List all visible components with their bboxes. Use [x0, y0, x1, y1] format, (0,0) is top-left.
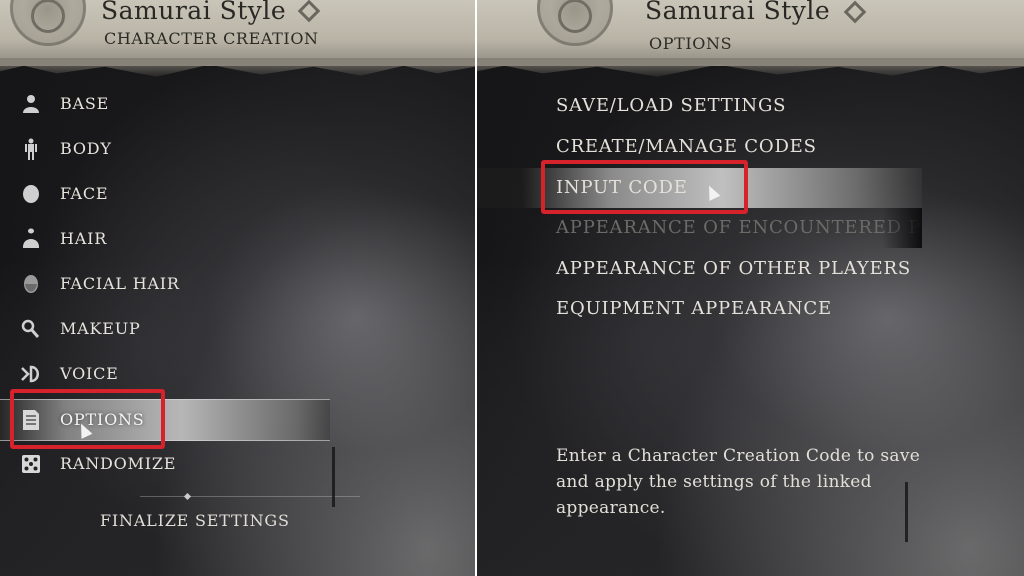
scenery-post [905, 482, 908, 542]
menu-label: RANDOMIZE [60, 454, 177, 473]
option-description: Enter a Character Creation Code to save … [556, 446, 921, 518]
bust-icon [20, 93, 42, 115]
option-label: EQUIPMENT APPEARANCE [556, 298, 832, 319]
option-equipment-appearance[interactable]: EQUIPMENT APPEARANCE [477, 289, 922, 329]
game-title: Samurai Style [101, 0, 287, 25]
menu-item-makeup[interactable]: MAKEUP [0, 309, 330, 349]
hair-icon [20, 228, 42, 250]
divider-ornament-icon [183, 492, 192, 501]
menu-item-facial-hair[interactable]: FACIAL HAIR [0, 264, 330, 304]
options-panel: Samurai Style OPTIONS SAVE/LOAD SETTINGS… [477, 0, 1024, 576]
game-title: Samurai Style [645, 0, 831, 25]
menu-label: MAKEUP [60, 319, 141, 338]
menu-label: BASE [60, 94, 110, 113]
option-label: APPEARANCE OF ENCOUNTERED PLAY [556, 217, 922, 238]
body-figure-icon [20, 138, 42, 160]
character-creation-panel: Samurai Style CHARACTER CREATION BASE BO… [0, 0, 475, 576]
menu-label: BODY [60, 139, 112, 158]
option-save-load-settings[interactable]: SAVE/LOAD SETTINGS [477, 86, 922, 126]
voice-icon [20, 363, 42, 385]
menu-item-randomize[interactable]: RANDOMIZE [0, 444, 330, 484]
menu-item-voice[interactable]: VOICE [0, 354, 330, 394]
option-label: CREATE/MANAGE CODES [556, 136, 817, 157]
menu-label: FACIAL HAIR [60, 274, 180, 293]
menu-item-face[interactable]: FACE [0, 174, 330, 214]
dice-icon [20, 453, 42, 475]
highlight-annotation [541, 160, 748, 214]
face-icon [20, 183, 42, 205]
divider [140, 496, 360, 497]
scenery-post [332, 447, 335, 507]
page-subtitle: CHARACTER CREATION [104, 29, 319, 48]
menu-label: VOICE [60, 364, 119, 383]
page-subtitle: OPTIONS [649, 34, 733, 53]
menu-item-base[interactable]: BASE [0, 84, 330, 124]
menu-item-body[interactable]: BODY [0, 129, 330, 169]
highlight-annotation [10, 389, 165, 449]
menu-label: FACE [60, 184, 109, 203]
finalize-settings-button[interactable]: FINALIZE SETTINGS [100, 511, 290, 530]
menu-label: HAIR [60, 229, 108, 248]
makeup-brush-icon [20, 318, 42, 340]
menu-item-hair[interactable]: HAIR [0, 219, 330, 259]
option-label: APPEARANCE OF OTHER PLAYERS [556, 258, 911, 279]
facial-hair-icon [20, 273, 42, 295]
option-label: SAVE/LOAD SETTINGS [556, 95, 787, 116]
option-appearance-encountered-players[interactable]: APPEARANCE OF ENCOUNTERED PLAY [477, 208, 922, 248]
text-fade [882, 208, 922, 248]
option-appearance-other-players[interactable]: APPEARANCE OF OTHER PLAYERS [477, 249, 922, 289]
